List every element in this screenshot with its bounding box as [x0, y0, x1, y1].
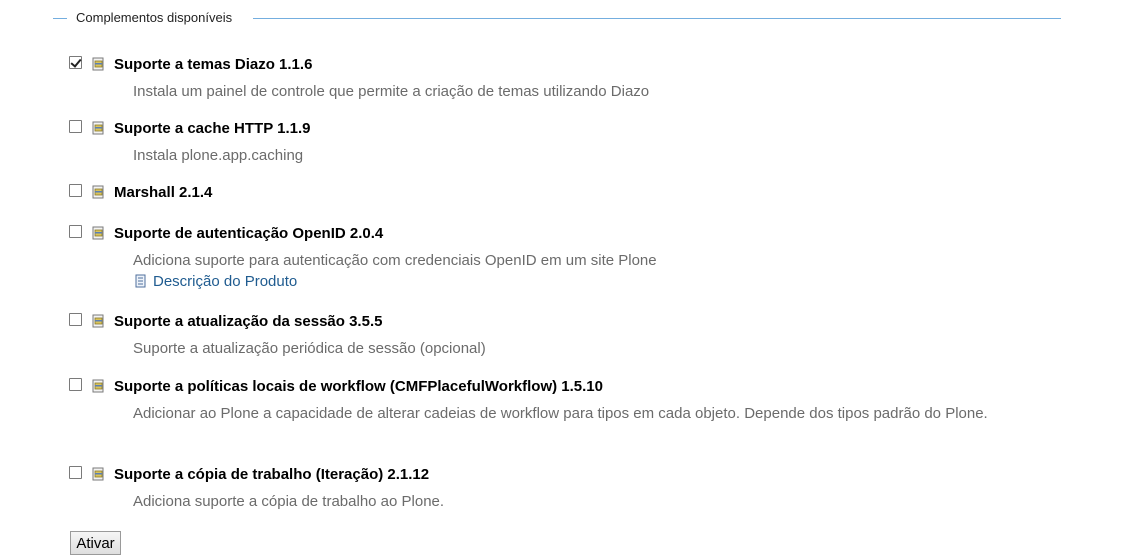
addon-title: Suporte a políticas locais de workflow (…: [114, 378, 603, 395]
addon-description: Suporte a atualização periódica de sessã…: [133, 340, 486, 357]
addon-description: Adiciona suporte para autenticação com c…: [133, 252, 657, 269]
fieldset-border-right: [253, 18, 1061, 19]
package-icon: [92, 185, 104, 199]
addon-description: Adicionar ao Plone a capacidade de alter…: [133, 405, 988, 422]
package-icon: [92, 121, 104, 135]
addon-title: Suporte de autenticação OpenID 2.0.4: [114, 225, 384, 242]
addon-checkbox[interactable]: [69, 466, 82, 479]
addon-checkbox[interactable]: [69, 184, 82, 197]
fieldset-legend: Complementos disponíveis: [76, 10, 233, 25]
package-icon: [92, 379, 104, 393]
addon-checkbox[interactable]: [69, 56, 82, 69]
product-description-link-label: Descrição do Produto: [153, 273, 298, 290]
addon-description: Instala plone.app.caching: [133, 147, 304, 164]
package-icon: [92, 57, 104, 71]
activate-button[interactable]: Ativar: [70, 531, 121, 555]
fieldset-border-left: [53, 18, 67, 19]
addon-title: Marshall 2.1.4: [114, 184, 213, 201]
addon-title: Suporte a temas Diazo 1.1.6: [114, 56, 313, 73]
package-icon: [92, 314, 104, 328]
addon-title: Suporte a atualização da sessão 3.5.5: [114, 313, 383, 330]
package-icon: [92, 467, 104, 481]
addon-title: Suporte a cópia de trabalho (Iteração) 2…: [114, 466, 430, 483]
addon-checkbox[interactable]: [69, 378, 82, 391]
addon-checkbox[interactable]: [69, 225, 82, 238]
addon-description: Adiciona suporte a cópia de trabalho ao …: [133, 493, 445, 510]
document-icon: [135, 274, 146, 288]
addon-title: Suporte a cache HTTP 1.1.9: [114, 120, 311, 137]
addon-checkbox[interactable]: [69, 313, 82, 326]
addon-description: Instala um painel de controle que permit…: [133, 83, 650, 100]
addon-checkbox[interactable]: [69, 120, 82, 133]
package-icon: [92, 226, 104, 240]
product-description-link[interactable]: Descrição do Produto: [135, 273, 297, 291]
